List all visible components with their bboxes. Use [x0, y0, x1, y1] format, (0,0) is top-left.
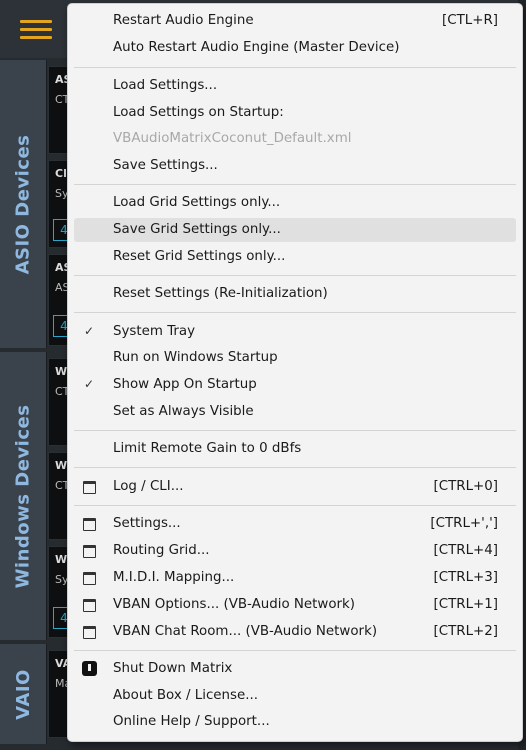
menu-item-label: VBAN Chat Room... (VB-Audio Network) — [113, 624, 378, 639]
menu-item-label: Set as Always Visible — [113, 404, 254, 419]
menu-item-label: Restart Audio Engine — [113, 13, 254, 28]
power-icon — [82, 661, 97, 676]
menu-item-about-box[interactable]: About Box / License... — [74, 684, 516, 708]
menu-item-limit-remote-gain[interactable]: Limit Remote Gain to 0 dBfs — [74, 437, 516, 461]
menu-item-routing-grid[interactable]: Routing Grid... [CTRL+4] — [74, 539, 516, 563]
menu-item-auto-restart[interactable]: Auto Restart Audio Engine (Master Device… — [74, 36, 516, 60]
window-icon — [83, 518, 96, 531]
checkmark-icon: ✓ — [84, 377, 95, 391]
menu-item-shortcut: [CTRL+2] — [433, 624, 498, 639]
menu-item-label: Save Settings... — [113, 158, 218, 173]
menu-item-label: Log / CLI... — [113, 479, 184, 494]
menu-item-shortcut: [CTRL+','] — [430, 516, 498, 531]
menu-item-show-app-on-startup[interactable]: ✓ Show App On Startup — [74, 373, 516, 397]
menu-separator — [74, 275, 516, 276]
menu-item-reset-settings[interactable]: Reset Settings (Re-Initialization) — [74, 282, 516, 306]
menu-item-label: VBAN Options... (VB-Audio Network) — [113, 597, 356, 612]
menu-item-shortcut: [CTRL+4] — [433, 543, 498, 558]
menu-item-label: Load Grid Settings only... — [113, 195, 281, 210]
menu-item-label: Save Grid Settings only... — [113, 222, 281, 237]
menu-item-load-settings-on-startup[interactable]: Load Settings on Startup: — [74, 101, 516, 125]
menu-separator — [74, 430, 516, 431]
tab-windows-devices[interactable]: Windows Devices — [0, 352, 47, 640]
menu-item-label: Limit Remote Gain to 0 dBfs — [113, 441, 302, 456]
menu-item-label: System Tray — [113, 324, 196, 339]
menu-item-online-help[interactable]: Online Help / Support... — [74, 710, 516, 734]
menu-separator — [74, 184, 516, 185]
menu-item-shut-down-matrix[interactable]: Shut Down Matrix — [74, 657, 516, 681]
tab-vaio-label: VAIO — [12, 668, 34, 720]
menu-separator — [74, 312, 516, 313]
menu-item-label: Settings... — [113, 516, 181, 531]
menu-item-save-grid-settings[interactable]: Save Grid Settings only... — [74, 218, 516, 242]
window-icon — [83, 572, 96, 585]
menu-item-startup-file: VBAudioMatrixCoconut_Default.xml — [74, 127, 516, 151]
menu-item-system-tray[interactable]: ✓ System Tray — [74, 320, 516, 344]
menu-item-shortcut: [CTRL+1] — [433, 597, 498, 612]
menu-item-vban-options[interactable]: VBAN Options... (VB-Audio Network) [CTRL… — [74, 593, 516, 617]
menu-item-run-on-windows-startup[interactable]: Run on Windows Startup — [74, 346, 516, 370]
menu-item-label: VBAudioMatrixCoconut_Default.xml — [113, 131, 352, 146]
main-context-menu: Restart Audio Engine [CTL+R] Auto Restar… — [67, 3, 523, 742]
menu-item-label: Online Help / Support... — [113, 714, 270, 729]
device-card-title: Cl — [55, 167, 67, 180]
window-icon — [83, 626, 96, 639]
tab-asio-devices[interactable]: ASIO Devices — [0, 60, 47, 348]
menu-separator — [74, 650, 516, 651]
menu-item-label: Show App On Startup — [113, 377, 257, 392]
tab-asio-devices-label: ASIO Devices — [12, 134, 34, 274]
menu-item-label: Reset Settings (Re-Initialization) — [113, 286, 328, 301]
checkmark-icon: ✓ — [84, 324, 95, 338]
device-card-title: W — [55, 365, 68, 378]
hamburger-menu-icon[interactable] — [20, 20, 52, 40]
menu-item-reset-grid-settings[interactable]: Reset Grid Settings only... — [74, 245, 516, 269]
menu-item-label: Load Settings... — [113, 78, 218, 93]
window-icon — [83, 481, 96, 494]
menu-item-log-cli[interactable]: Log / CLI... [CTRL+0] — [74, 475, 516, 499]
menu-separator — [74, 505, 516, 506]
menu-item-load-grid-settings[interactable]: Load Grid Settings only... — [74, 191, 516, 215]
menu-item-label: Routing Grid... — [113, 543, 210, 558]
menu-item-label: Load Settings on Startup: — [113, 105, 284, 120]
menu-item-load-settings[interactable]: Load Settings... — [74, 74, 516, 98]
menu-item-vban-chat-room[interactable]: VBAN Chat Room... (VB-Audio Network) [CT… — [74, 620, 516, 644]
tab-windows-devices-label: Windows Devices — [12, 404, 34, 588]
menu-separator — [74, 67, 516, 68]
menu-item-always-visible[interactable]: Set as Always Visible — [74, 400, 516, 424]
window-icon — [83, 599, 96, 612]
device-card-title: W — [55, 553, 68, 566]
menu-separator — [74, 467, 516, 468]
menu-item-label: Shut Down Matrix — [113, 661, 233, 676]
tab-vaio[interactable]: VAIO — [0, 644, 47, 744]
menu-item-label: Run on Windows Startup — [113, 350, 278, 365]
menu-item-shortcut: [CTRL+0] — [433, 479, 498, 494]
menu-item-shortcut: [CTL+R] — [442, 13, 498, 28]
menu-item-restart-audio-engine[interactable]: Restart Audio Engine [CTL+R] — [74, 9, 516, 33]
menu-item-settings[interactable]: Settings... [CTRL+','] — [74, 512, 516, 536]
menu-item-label: About Box / License... — [113, 688, 259, 703]
menu-item-label: Reset Grid Settings only... — [113, 249, 286, 264]
menu-item-save-settings[interactable]: Save Settings... — [74, 154, 516, 178]
menu-item-label: Auto Restart Audio Engine (Master Device… — [113, 40, 400, 55]
device-card-title: W — [55, 459, 68, 472]
menu-item-label: M.I.D.I. Mapping... — [113, 570, 235, 585]
menu-item-midi-mapping[interactable]: M.I.D.I. Mapping... [CTRL+3] — [74, 566, 516, 590]
window-icon — [83, 545, 96, 558]
menu-item-shortcut: [CTRL+3] — [433, 570, 498, 585]
